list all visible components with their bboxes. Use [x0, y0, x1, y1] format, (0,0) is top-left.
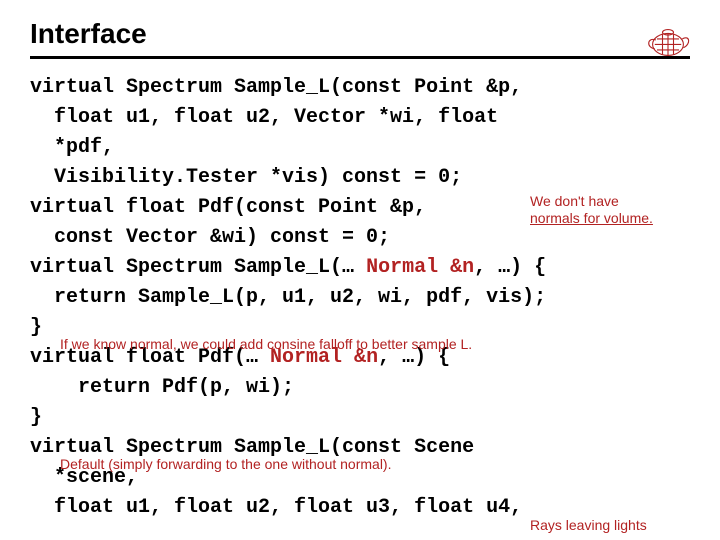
code-line: float u1, float u2, Vector *wi, float — [30, 106, 498, 129]
code-line: virtual float Pdf(const Point &p, — [30, 196, 426, 219]
annotation-no-normals: We don't have normals for volume. — [530, 193, 700, 227]
annotation-rays-leaving: Rays leaving lights — [530, 517, 700, 534]
code-line: virtual Spectrum Sample_L(const Point &p… — [30, 76, 522, 99]
code-line: return Sample_L(p, u1, u2, wi, pdf, vis)… — [30, 286, 546, 309]
code-line: Visibility.Tester *vis) const = 0; — [30, 166, 462, 189]
slide-title: Interface — [30, 18, 690, 50]
annotation-default-forward: Default (simply forwarding to the one wi… — [60, 456, 680, 473]
code-line: *pdf, — [30, 136, 114, 159]
code-line: const Vector &wi) const = 0; — [30, 226, 390, 249]
code-line: } — [30, 316, 42, 339]
code-line: } — [30, 406, 42, 429]
annotation-cosine-falloff: If we know normal, we could add consine … — [60, 336, 690, 353]
code-line: float u1, float u2, float u3, float u4, — [30, 496, 522, 519]
code-line: return Pdf(p, wi); — [30, 376, 294, 399]
teapot-logo — [638, 18, 698, 62]
